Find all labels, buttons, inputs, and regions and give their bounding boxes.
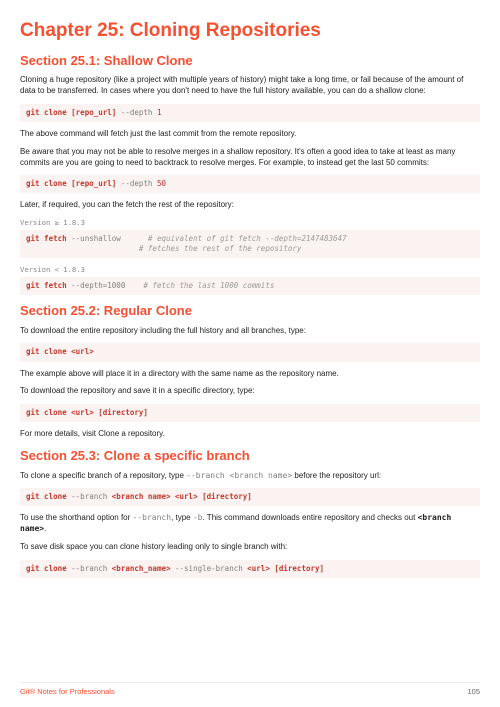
code-keyword: git fetch — [26, 234, 67, 243]
body-text: For more details, visit Clone a reposito… — [20, 429, 480, 440]
version-note: Version ≥ 1.8.3 — [20, 218, 480, 228]
code-option: --branch — [71, 564, 107, 573]
inline-code: -b — [193, 513, 203, 522]
code-comment: # fetches the rest of the repository — [139, 244, 302, 253]
text-fragment: before the repository url: — [292, 471, 381, 480]
code-keyword: git fetch — [26, 281, 67, 290]
code-block: git clone --branch <branch name> <url> [… — [20, 488, 480, 506]
code-arg: [repo_url] — [71, 108, 116, 117]
page-footer: Git® Notes for Professionals 105 — [20, 682, 480, 697]
code-comment: # equivalent of git fetch --depth=214748… — [148, 234, 347, 243]
code-arg: [directory] — [202, 492, 252, 501]
inline-code: --branch — [186, 471, 225, 480]
code-number: 50 — [157, 179, 166, 188]
code-option: --depth — [121, 179, 153, 188]
code-keyword: git clone — [26, 347, 67, 356]
code-arg: <url> — [71, 347, 94, 356]
code-option: --single-branch — [175, 564, 243, 573]
section-25-1-heading: Section 25.1: Shallow Clone — [20, 52, 480, 70]
code-block: git clone --branch <branch_name> --singl… — [20, 560, 480, 578]
body-text: To clone a specific branch of a reposito… — [20, 471, 480, 482]
text-fragment: To use the shorthand option for — [20, 513, 133, 522]
text-fragment: To clone a specific branch of a reposito… — [20, 471, 186, 480]
code-arg: <branch name> — [112, 492, 171, 501]
body-text: To save disk space you can clone history… — [20, 542, 480, 553]
body-text: Later, if required, you can the fetch th… — [20, 200, 480, 211]
code-arg: [directory] — [274, 564, 324, 573]
code-block: git clone [repo_url] --depth 1 — [20, 104, 480, 122]
inline-code: --branch — [133, 513, 172, 522]
body-text: To download the entire repository includ… — [20, 326, 480, 337]
code-arg: <url> — [175, 492, 198, 501]
code-option: --depth — [121, 108, 153, 117]
code-keyword: git clone — [26, 564, 67, 573]
code-keyword: git clone — [26, 492, 67, 501]
code-arg: <url> — [71, 408, 94, 417]
body-text: The example above will place it in a dir… — [20, 369, 480, 380]
code-block: git fetch --depth=1000 # fetch the last … — [20, 277, 480, 295]
code-arg: <url> — [247, 564, 270, 573]
code-keyword: git clone — [26, 179, 67, 188]
code-option: --depth=1000 — [71, 281, 125, 290]
text-fragment: . — [44, 524, 46, 533]
body-text: The above command will fetch just the la… — [20, 129, 480, 140]
text-fragment: . This command downloads entire reposito… — [203, 513, 418, 522]
code-option: --unshallow — [71, 234, 121, 243]
code-keyword: git clone — [26, 408, 67, 417]
code-arg: [directory] — [98, 408, 148, 417]
section-25-3-heading: Section 25.3: Clone a specific branch — [20, 447, 480, 465]
code-block: git clone <url> — [20, 343, 480, 361]
code-block: git clone <url> [directory] — [20, 404, 480, 422]
code-comment: # fetch the last 1000 commits — [143, 281, 274, 290]
body-text: Be aware that you may not be able to res… — [20, 147, 480, 169]
version-note: Version < 1.8.3 — [20, 265, 480, 275]
code-number: 1 — [157, 108, 162, 117]
code-option: --branch — [71, 492, 107, 501]
chapter-title: Chapter 25: Cloning Repositories — [20, 18, 480, 44]
code-block: git fetch --unshallow # equivalent of gi… — [20, 230, 480, 258]
code-block: git clone [repo_url] --depth 50 — [20, 175, 480, 193]
code-keyword: git clone — [26, 108, 67, 117]
inline-code: <branch name> — [225, 471, 292, 480]
text-fragment: , type — [171, 513, 193, 522]
page-number: 105 — [467, 687, 480, 697]
body-text: Cloning a huge repository (like a projec… — [20, 75, 480, 97]
section-25-2-heading: Section 25.2: Regular Clone — [20, 302, 480, 320]
footer-title: Git® Notes for Professionals — [20, 687, 115, 697]
code-arg: <branch_name> — [112, 564, 171, 573]
code-arg: [repo_url] — [71, 179, 116, 188]
body-text: To download the repository and save it i… — [20, 386, 480, 397]
body-text: To use the shorthand option for --branch… — [20, 513, 480, 535]
